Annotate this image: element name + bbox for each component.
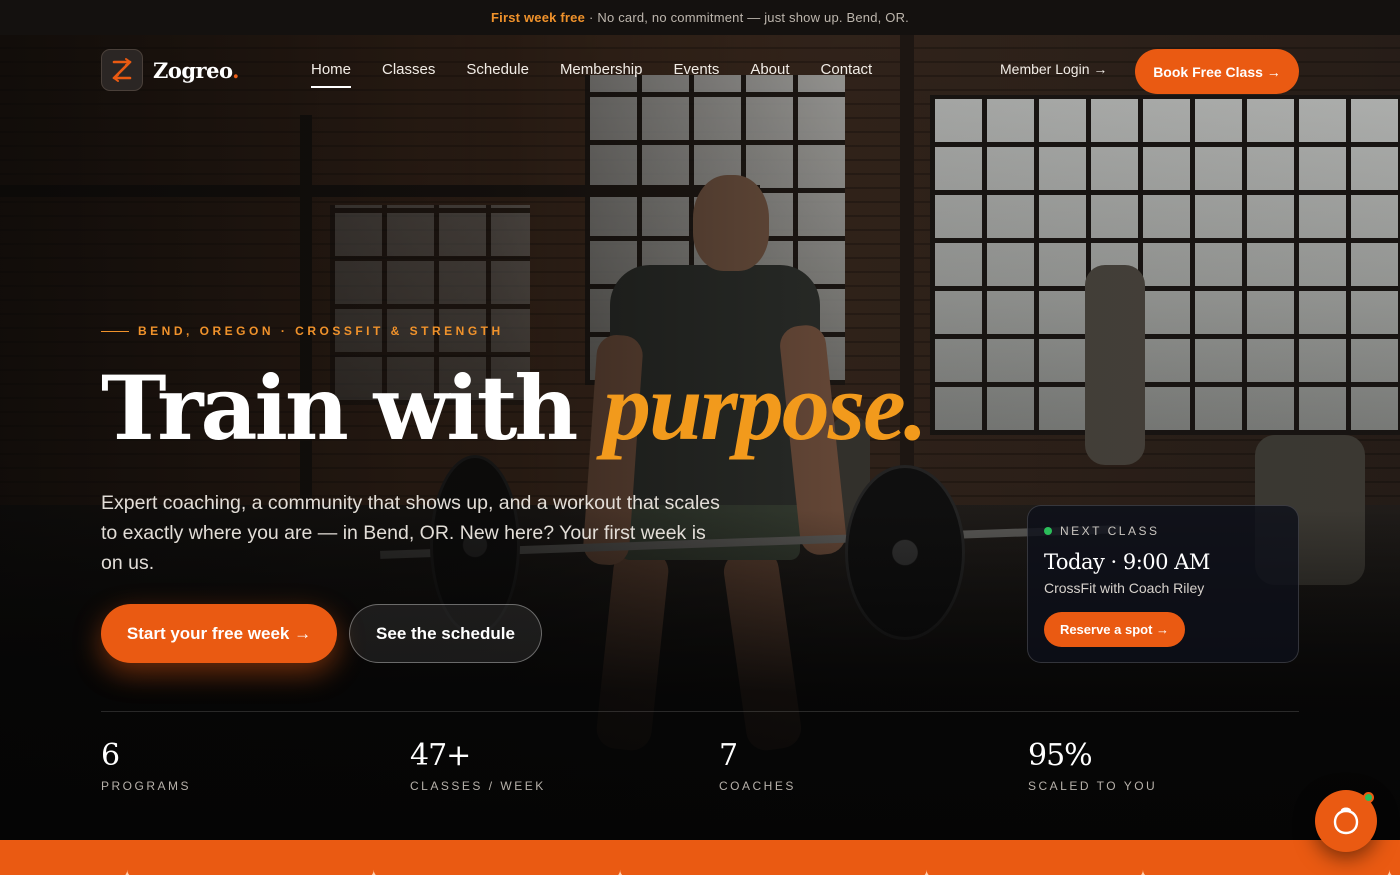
- headline-plain: Train with: [101, 356, 603, 460]
- chat-bubble-icon: [1333, 807, 1359, 835]
- brand-logo[interactable]: Zogreo.: [101, 49, 239, 91]
- see-schedule-button[interactable]: See the schedule: [349, 604, 542, 663]
- star-icon: ✦: [118, 866, 136, 875]
- nav-link-contact[interactable]: Contact: [821, 61, 873, 88]
- nav-link-events[interactable]: Events: [673, 61, 719, 88]
- brand-name-text: Zogreo: [153, 57, 233, 83]
- star-icon: ✦: [917, 866, 935, 875]
- next-class-detail: CrossFit with Coach Riley: [1044, 580, 1205, 596]
- stats-divider: [101, 711, 1299, 712]
- stat-value: 95%: [1028, 738, 1093, 773]
- hero-headline: Train with purpose.: [101, 352, 928, 463]
- marquee-track: ✦ ✦ ✦ ✦ ✦ ✦: [0, 860, 1400, 875]
- announcement-bar: First week free · No card, no commitment…: [0, 0, 1400, 35]
- brand-dot: .: [232, 57, 239, 83]
- nav-links: Home Classes Schedule Membership Events …: [311, 61, 903, 88]
- stat-classes-per-week: 47+ CLASSES / WEEK: [410, 738, 546, 793]
- stat-label: CLASSES / WEEK: [410, 779, 546, 793]
- live-status-dot: [1044, 527, 1052, 535]
- brand-name: Zogreo.: [153, 58, 239, 83]
- announcement-highlight: First week free: [491, 10, 586, 25]
- star-icon: ✦: [1380, 866, 1398, 875]
- online-status-dot: [1363, 792, 1374, 803]
- stat-value: 7: [719, 738, 738, 773]
- next-class-time: Today · 9:00 AM: [1044, 550, 1210, 574]
- chat-launcher-button[interactable]: [1315, 790, 1377, 852]
- eyebrow-text: BEND, OREGON · CROSSFIT & STRENGTH: [138, 324, 504, 338]
- stat-value: 6: [101, 738, 120, 773]
- main-nav: Zogreo. Home Classes Schedule Membership…: [0, 35, 1400, 107]
- nav-link-classes[interactable]: Classes: [382, 61, 435, 88]
- reserve-spot-button[interactable]: Reserve a spot →: [1044, 612, 1185, 647]
- stat-label: COACHES: [719, 779, 796, 793]
- star-icon: ✦: [364, 866, 382, 875]
- stat-label: SCALED TO YOU: [1028, 779, 1158, 793]
- star-icon: ✦: [611, 866, 629, 875]
- headline-emphasis: purpose.: [602, 353, 928, 460]
- nav-link-home[interactable]: Home: [311, 61, 352, 88]
- stat-label: PROGRAMS: [101, 779, 192, 793]
- nav-link-schedule[interactable]: Schedule: [466, 61, 529, 88]
- stat-value: 47+: [410, 738, 471, 773]
- announcement-text: · No card, no commitment — just show up.…: [589, 10, 909, 25]
- member-login-link[interactable]: Member Login →: [1000, 61, 1107, 77]
- stat-programs: 6 PROGRAMS: [101, 738, 191, 793]
- stat-scaled: 95% SCALED TO YOU: [1028, 738, 1157, 793]
- next-class-label-text: NEXT CLASS: [1060, 524, 1160, 538]
- book-free-class-button[interactable]: Book Free Class →: [1135, 49, 1299, 94]
- hero-eyebrow: BEND, OREGON · CROSSFIT & STRENGTH: [101, 324, 504, 338]
- start-free-week-button[interactable]: Start your free week →: [101, 604, 337, 663]
- marquee-strip: ✦ ✦ ✦ ✦ ✦ ✦: [0, 840, 1400, 875]
- z-arrows-icon: [101, 49, 143, 91]
- next-class-card: NEXT CLASS Today · 9:00 AM CrossFit with…: [1027, 505, 1299, 663]
- next-class-label: NEXT CLASS: [1044, 524, 1282, 538]
- stat-coaches: 7 COACHES: [719, 738, 796, 793]
- hero-lede: Expert coaching, a community that shows …: [101, 492, 720, 574]
- star-icon: ✦: [1134, 866, 1152, 875]
- eyebrow-line: [101, 330, 129, 332]
- nav-link-about[interactable]: About: [750, 61, 789, 88]
- nav-link-membership[interactable]: Membership: [560, 61, 643, 88]
